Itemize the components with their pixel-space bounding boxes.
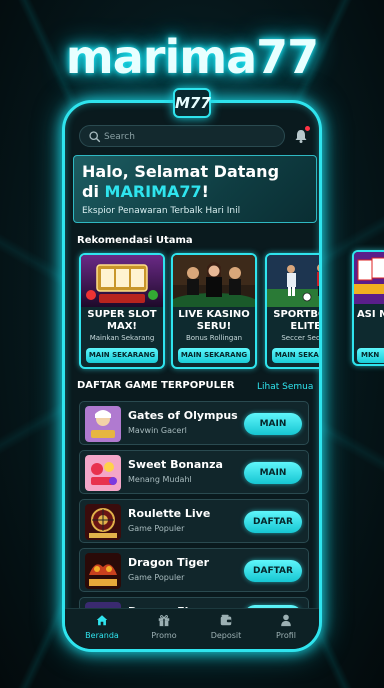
search-input[interactable] — [104, 129, 274, 144]
card-title: ASI M — [356, 309, 384, 320]
banner-title-prefix: di — [82, 182, 105, 201]
popular-heading: DAFTAR GAME TERPOPULER — [77, 380, 235, 391]
game-name: Sweet Bonanza — [128, 458, 223, 471]
dragon-tiger-thumb — [85, 553, 121, 589]
game-name: Gates of Olympus — [128, 409, 238, 422]
see-all-link[interactable]: Lihat Semua — [257, 382, 313, 392]
brand-logo: marima77 — [65, 30, 319, 84]
recommend-card-slot[interactable]: SUPER SLOT MAX! Mainkan Sekarang MAIN SE… — [79, 253, 165, 369]
slot-art-image — [81, 255, 163, 307]
game-subtitle: Mavwin Gacerl — [128, 426, 187, 435]
game-subtitle: Menang Mudahl — [128, 475, 192, 484]
card-subtitle: Seccer Seocoel — [281, 334, 321, 342]
nav-item-profil[interactable]: Profil — [261, 613, 311, 640]
game-row-gates-of-olympus[interactable]: Gates of Olympus Mavwin Gacerl MAIN — [79, 401, 309, 445]
banner-title-suffix: ! — [201, 182, 209, 201]
search-bar[interactable] — [79, 125, 285, 147]
play-now-button[interactable]: MAIN SEKARANG — [178, 348, 250, 363]
nav-label: Beranda — [85, 631, 119, 640]
nav-label: Profil — [276, 631, 296, 640]
game-name: Dragon Tiger — [128, 556, 210, 569]
play-now-button[interactable]: MAIN SEKARANG — [86, 348, 158, 363]
recommend-cards: SUPER SLOT MAX! Mainkan Sekarang MAIN SE… — [79, 253, 321, 369]
card-subtitle: Mainkan Sekarang — [89, 334, 155, 342]
banner-title-highlight: MARIMA77 — [104, 182, 202, 201]
banner-title: Halo, Selamat Datang di MARIMA77! — [82, 162, 312, 202]
game-row-roulette-live[interactable]: Roulette Live Game Populer DAFTAR — [79, 499, 309, 543]
notification-dot — [305, 126, 310, 131]
card-title: SUPER SLOT MAX! — [87, 309, 157, 332]
banner-subtitle: Ekspior Penawaran Terbalk Hari Inil — [82, 206, 241, 216]
register-button[interactable]: DAFTAR — [244, 511, 302, 533]
register-button[interactable]: DAFTAR — [244, 560, 302, 582]
gates-of-olympus-thumb — [85, 406, 121, 442]
asia-art-image — [354, 252, 384, 304]
gift-icon — [158, 615, 170, 627]
banner-title-line1: Halo, Selamat Datang — [82, 162, 280, 181]
bottom-nav: Beranda Promo Deposit Profil — [65, 608, 319, 649]
user-icon — [281, 614, 291, 627]
play-now-button[interactable]: MAIN SEKARANG — [272, 348, 319, 363]
nav-item-beranda[interactable]: Beranda — [77, 613, 127, 640]
home-icon — [96, 615, 108, 626]
welcome-banner[interactable]: Halo, Selamat Datang di MARIMA77! Ekspio… — [73, 155, 317, 223]
search-row — [79, 125, 311, 147]
soccer-image — [267, 255, 319, 307]
nav-label: Promo — [151, 631, 177, 640]
dealer-image — [173, 255, 255, 307]
recommend-card-asia[interactable]: ASI M MKN — [352, 250, 384, 366]
sweet-bonanza-thumb — [85, 455, 121, 491]
m77-badge: M77 — [173, 88, 211, 118]
card-title: LIVE KASINO SERU! — [178, 309, 250, 332]
recommend-card-sportbook[interactable]: SPORTBOOK ELITE! Seccer Seocoel MAIN SEK… — [265, 253, 321, 369]
search-icon — [89, 131, 101, 143]
card-title: SPORTBOOK ELITE! — [273, 309, 321, 332]
game-subtitle: Game Populer — [128, 573, 185, 582]
nav-label: Deposit — [210, 631, 242, 640]
phone-frame: Halo, Selamat Datang di MARIMA77! Ekspio… — [62, 100, 322, 652]
game-name: Roulette Live — [128, 507, 211, 520]
roulette-thumb — [85, 504, 121, 540]
play-now-button[interactable]: MKN — [357, 348, 384, 363]
nav-item-deposit[interactable]: Deposit — [201, 613, 251, 640]
game-row-dragon-tiger[interactable]: Dragon Tiger Game Populer DAFTAR — [79, 548, 309, 592]
play-button[interactable]: MAIN — [244, 413, 302, 435]
game-subtitle: Game Populer — [128, 524, 185, 533]
wallet-icon — [220, 614, 232, 626]
play-button[interactable]: MAIN — [244, 462, 302, 484]
nav-item-promo[interactable]: Promo — [139, 613, 189, 640]
recommend-heading: Rekomendasi Utama — [77, 235, 193, 246]
card-subtitle: Bonus Rollingan — [185, 334, 243, 342]
recommend-card-casino[interactable]: LIVE KASINO SERU! Bonus Rollingan MAIN S… — [171, 253, 257, 369]
game-row-sweet-bonanza[interactable]: Sweet Bonanza Menang Mudahl MAIN — [79, 450, 309, 494]
